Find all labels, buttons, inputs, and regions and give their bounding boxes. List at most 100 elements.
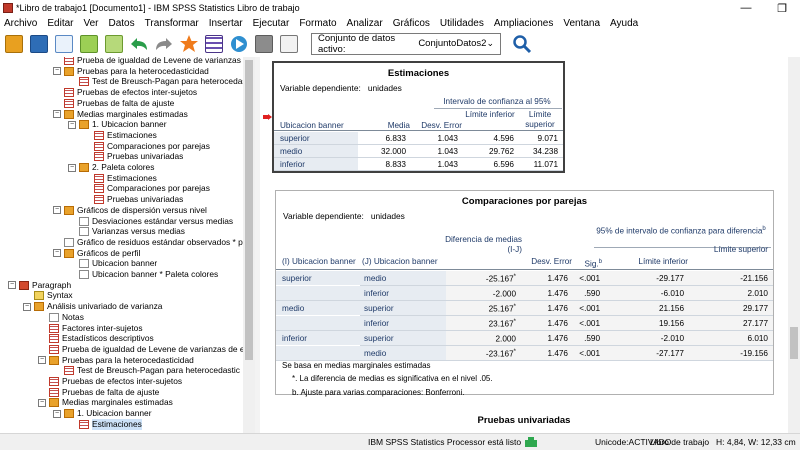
run-icon[interactable] [228,33,250,55]
outline-node[interactable]: − Paragraph [8,280,71,291]
menu-ayuda[interactable]: Ayuda [610,18,638,29]
goto-data-icon[interactable] [178,33,200,55]
outline-node-label: Medias marginales estimadas [62,397,173,408]
outline-node[interactable]: Gráfico de residuos estándar observados … [53,237,254,248]
collapse-toggle-icon[interactable]: − [23,302,31,311]
outline-scrollbar[interactable] [243,57,255,433]
designate-window-icon[interactable] [278,33,300,55]
outline-node[interactable]: − Medias marginales estimadas [53,109,188,120]
outline-node[interactable]: Prueba de igualdad de Levene de varianza… [53,57,254,66]
open-folder-icon[interactable] [3,33,25,55]
undo-icon[interactable] [128,33,150,55]
collapse-toggle-icon[interactable]: − [53,67,61,76]
outline-node[interactable]: Pruebas de falta de ajuste [53,98,174,109]
outline-node[interactable]: − Gráficos de dispersión versus nivel [53,205,207,216]
outline-node[interactable]: Pruebas univariadas [83,194,183,205]
outline-node[interactable]: Ubicacion banner * Paleta colores [68,269,218,280]
outline-scrollbar-thumb[interactable] [245,60,253,360]
outline-node[interactable]: Test de Breusch-Pagan para heterocedasti… [68,76,254,87]
menu-ventana[interactable]: Ventana [563,18,600,29]
footnote: b. Ajuste para varias comparaciones: Bon… [292,388,465,397]
table-icon [64,98,74,108]
menu-graficos[interactable]: Gráficos [393,18,430,29]
menu-archivo[interactable]: Archivo [4,18,37,29]
outline-node[interactable]: − Análisis univariado de varianza [23,301,162,312]
menu-utilidades[interactable]: Utilidades [440,18,484,29]
book-icon [64,66,74,76]
variables-icon[interactable] [203,33,225,55]
minimize-icon[interactable]: — [728,0,764,16]
outline-node[interactable]: Desviaciones estándar versus medias [68,216,233,227]
collapse-toggle-icon[interactable]: − [53,249,61,258]
collapse-toggle-icon[interactable]: − [53,206,61,215]
redo-icon[interactable] [153,33,175,55]
outline-node[interactable]: Pruebas de falta de ajuste [38,387,159,398]
comparaciones-table[interactable]: Comparaciones por parejas Variable depen… [275,190,774,397]
outline-node[interactable]: Pruebas univariadas [83,151,183,162]
significance-mark: * [513,274,516,280]
table-cell: 1.476 [547,274,569,283]
outline-node[interactable]: − 2. Paleta colores [68,162,154,173]
outline-node[interactable]: Ubicacion banner [68,258,157,269]
menu-datos[interactable]: Datos [109,18,135,29]
outline-node[interactable]: − Medias marginales estimadas [38,397,173,408]
stop-icon[interactable] [253,33,275,55]
menu-insertar[interactable]: Insertar [209,18,243,29]
outline-node[interactable]: Varianzas versus medias [68,226,185,237]
outline-node[interactable]: − Pruebas para la heterocedasticidad [38,355,194,366]
outline-node[interactable]: Factores inter-sujetos [38,323,143,334]
outline-node[interactable]: Estimaciones [83,173,157,184]
outline-node[interactable]: Syntax [23,290,73,301]
outline-node[interactable]: Test de Breusch-Pagan para heterocedasti… [53,365,240,376]
search-icon[interactable] [511,33,533,55]
menu-ejecutar[interactable]: Ejecutar [253,18,290,29]
print-preview-icon[interactable] [53,33,75,55]
content-scrollbar-thumb[interactable] [790,327,798,359]
row-label-j: superior [364,334,394,343]
collapse-toggle-icon[interactable]: − [53,110,61,118]
outline-node[interactable]: Notas [38,312,84,323]
outline-node[interactable]: − Pruebas para la heterocedasticidad [53,66,209,77]
outline-node[interactable]: Prueba de igualdad de Levene de varianza… [38,344,245,355]
outline-node[interactable]: Pruebas de efectos inter-sujetos [38,376,182,387]
collapse-toggle-icon[interactable]: − [68,163,76,172]
processor-ready-icon [525,437,538,447]
outline-node[interactable]: Estimaciones [83,130,157,141]
insert-icon[interactable] [103,33,125,55]
table-icon [94,152,104,162]
menu-ver[interactable]: Ver [83,18,98,29]
outline-node[interactable]: Comparaciones por parejas [83,141,210,152]
outline-node[interactable]: − Gráficos de perfil [53,248,140,259]
table-cell: 1.476 [547,304,569,313]
outline-node[interactable]: Pruebas de efectos inter-sujetos [53,87,197,98]
outline-node[interactable]: Comparaciones por parejas [83,183,210,194]
output-content-pane[interactable]: Estimaciones Variable dependiente: unida… [260,57,788,433]
collapse-toggle-icon[interactable]: − [68,120,76,129]
menu-transformar[interactable]: Transformar [145,18,199,29]
outline-node-label: Medias marginales estimadas [77,108,188,119]
significance-mark: * [513,319,516,325]
export-icon[interactable] [78,33,100,55]
collapse-toggle-icon[interactable]: − [53,409,61,418]
outline-node[interactable]: − 1. Ubicacion banner [68,119,167,130]
collapse-toggle-icon[interactable]: − [8,281,16,290]
save-icon[interactable] [28,33,50,55]
ci-header-text: 95% de intervalo de confianza para difer… [596,226,763,236]
collapse-toggle-icon[interactable]: − [38,398,46,407]
menu-formato[interactable]: Formato [299,18,336,29]
outline-node[interactable]: Estimaciones [68,418,142,430]
collapse-toggle-icon[interactable]: − [38,356,46,365]
maximize-icon[interactable]: ❐ [764,0,800,16]
table-cell: 4.596 [493,134,515,143]
menu-analizar[interactable]: Analizar [347,18,383,29]
menu-ampliaciones[interactable]: Ampliaciones [494,18,553,29]
estimaciones-table[interactable]: Estimaciones Variable dependiente: unida… [272,61,565,173]
active-dataset-select[interactable]: Conjunto de datos activo: ConjuntoDatos2… [311,32,501,55]
outline-pane[interactable]: Prueba de igualdad de Levene de varianza… [0,57,255,433]
content-scrollbar[interactable] [788,57,800,433]
outline-node[interactable]: Estadísticos descriptivos [38,333,154,344]
table-icon [79,419,89,429]
outline-node[interactable]: − 1. Ubicacion banner [53,408,152,419]
menu-editar[interactable]: Editar [47,18,73,29]
table-cell: .590 [584,289,600,298]
